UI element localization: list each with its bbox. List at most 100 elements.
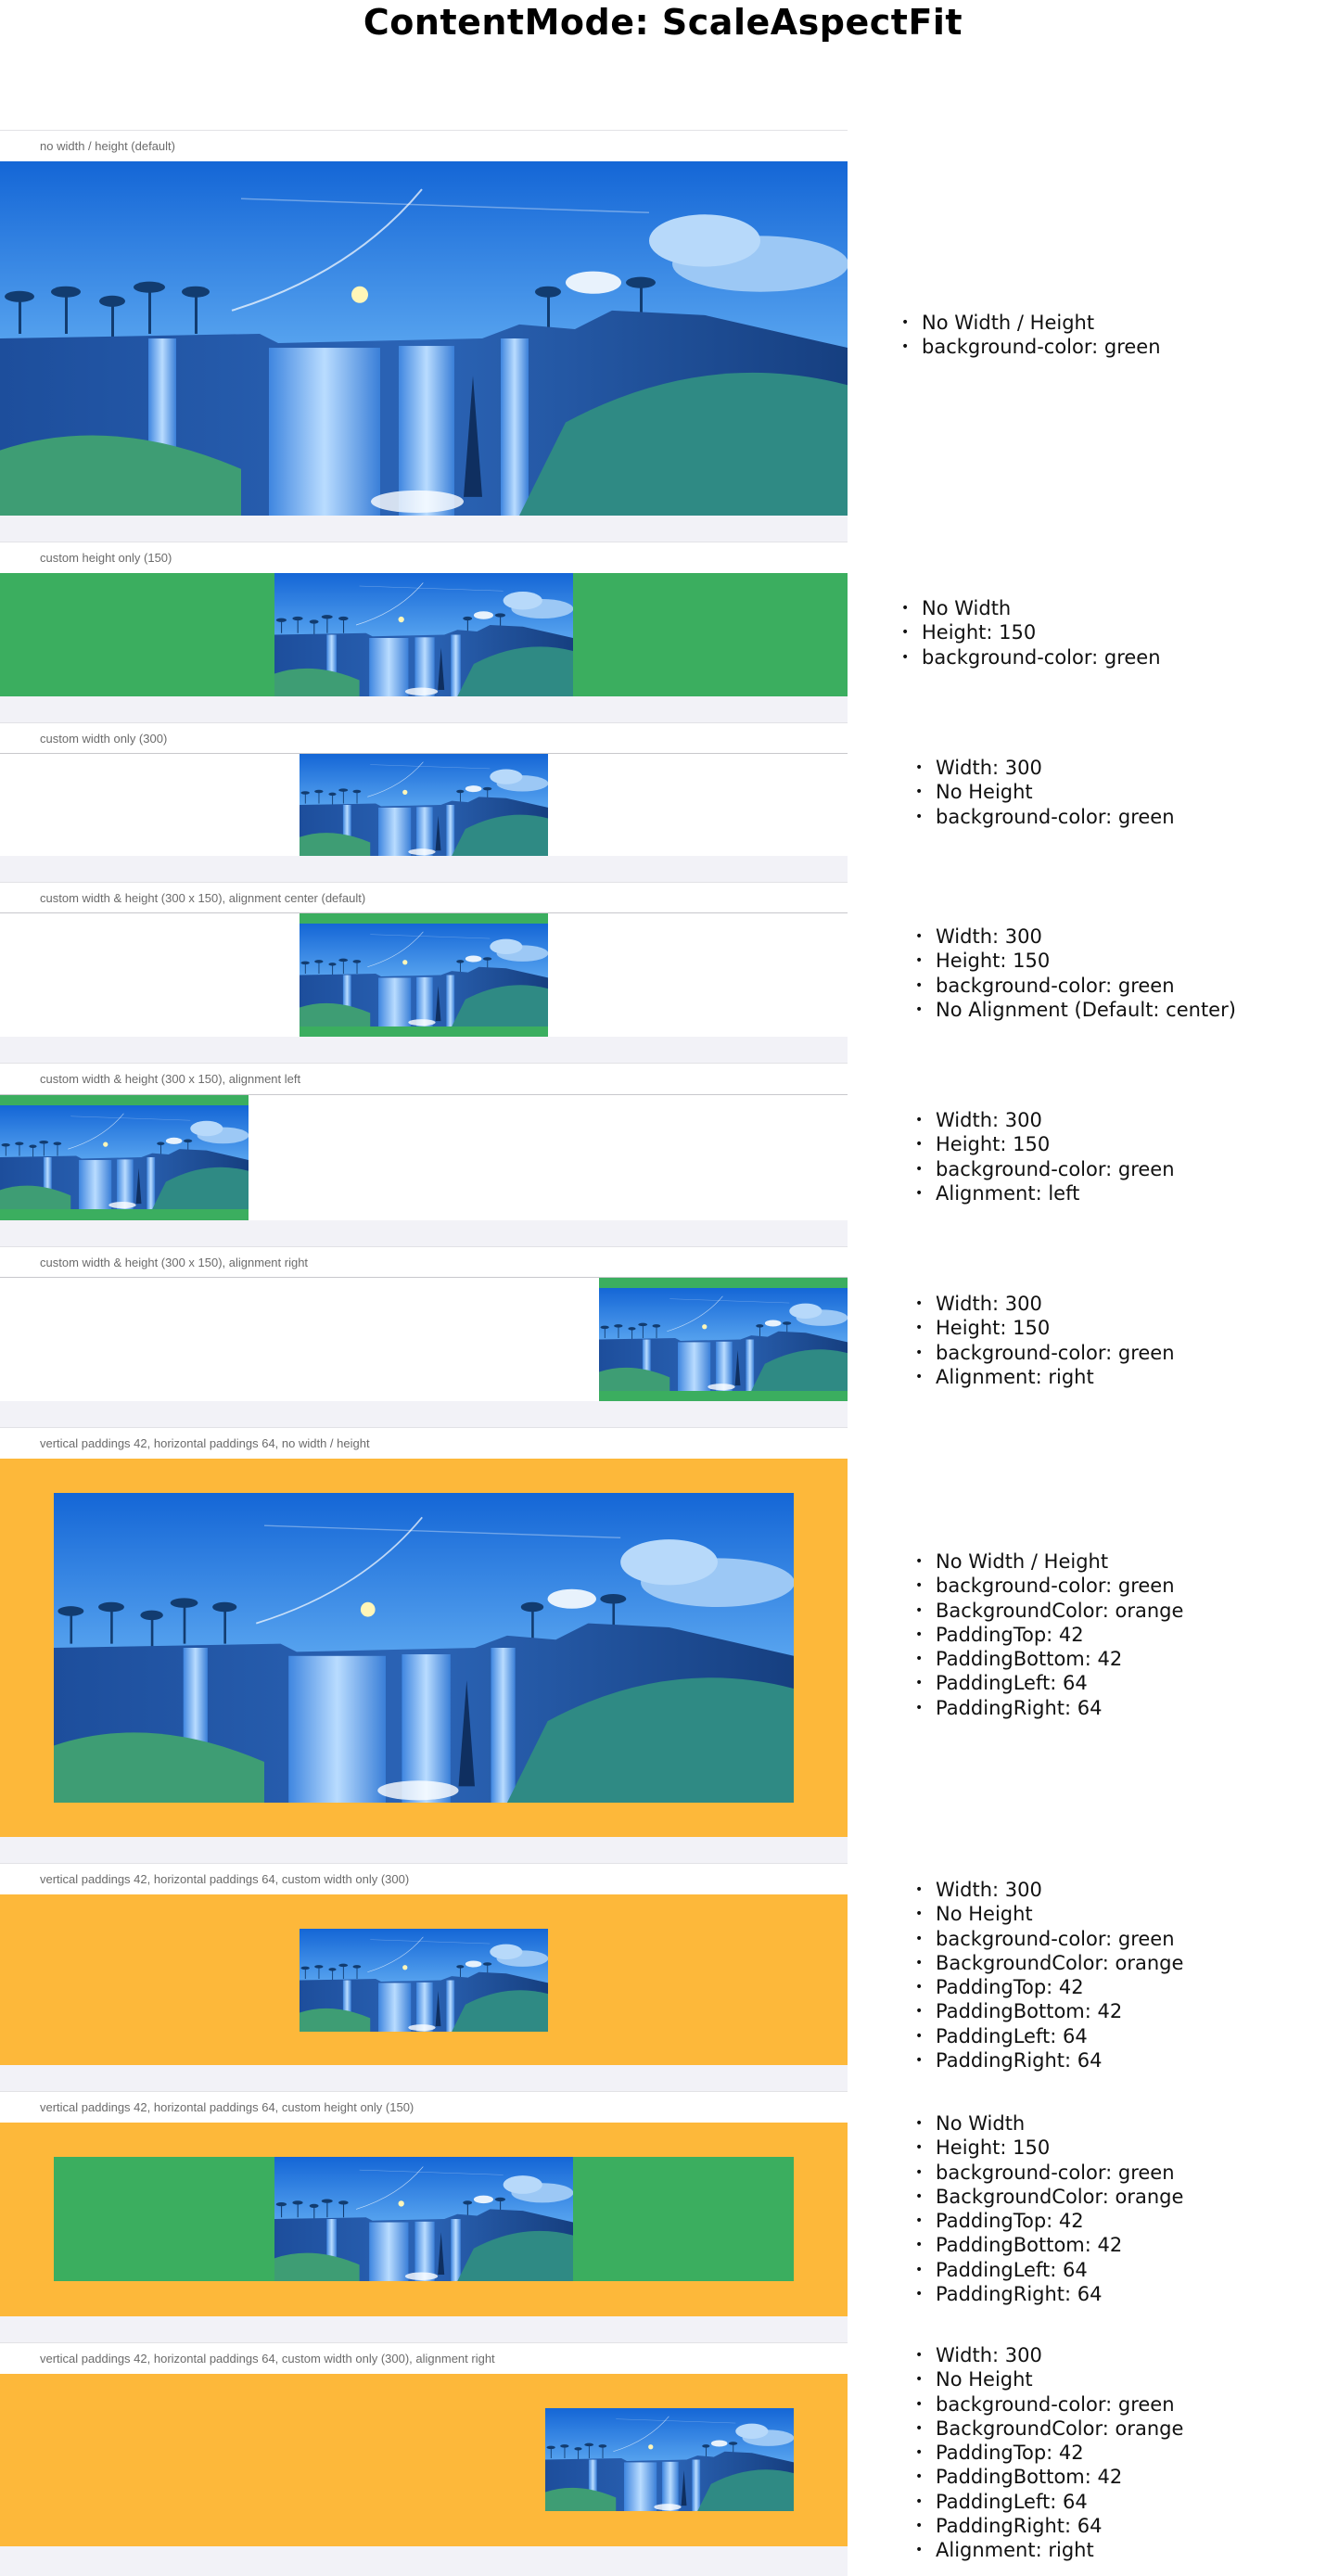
separator — [0, 2316, 848, 2342]
note: No Height — [912, 780, 1175, 804]
note: PaddingBottom: 42 — [912, 2233, 1183, 2257]
notes-list-9: No Width Height: 150 background-color: g… — [912, 2111, 1183, 2306]
note: PaddingBottom: 42 — [912, 1999, 1183, 2023]
separator — [0, 856, 848, 882]
separator — [0, 1037, 848, 1063]
waterfall-image-frame — [0, 1095, 249, 1220]
section-label: vertical paddings 42, horizontal padding… — [40, 1872, 410, 1886]
page-title: ContentMode: ScaleAspectFit — [363, 2, 963, 43]
note: Height: 150 — [912, 949, 1236, 973]
section-label: custom width & height (300 x 150), align… — [40, 1256, 309, 1269]
image-view-7 — [0, 1459, 848, 1837]
note: PaddingRight: 64 — [912, 2048, 1183, 2072]
notes-list-7: No Width / Height background-color: gree… — [912, 1549, 1183, 1720]
note: No Width / Height — [898, 311, 1161, 335]
note: PaddingTop: 42 — [912, 1975, 1183, 1999]
waterfall-image-frame — [300, 913, 548, 1037]
notes-list-1: No Width / Height background-color: gree… — [898, 311, 1161, 360]
note: background-color: green — [912, 805, 1175, 829]
note: background-color: green — [912, 1157, 1175, 1181]
section-label: custom width only (300) — [40, 732, 168, 746]
waterfall-image — [300, 1929, 548, 2032]
note: background-color: green — [898, 335, 1161, 359]
note: PaddingTop: 42 — [912, 1623, 1183, 1647]
section-label: custom width & height (300 x 150), align… — [40, 891, 366, 905]
section-header-10: vertical paddings 42, horizontal padding… — [0, 2342, 848, 2375]
note: PaddingTop: 42 — [912, 2441, 1183, 2465]
image-view-8 — [0, 1894, 848, 2065]
note: background-color: green — [912, 2392, 1183, 2417]
separator — [0, 1401, 848, 1427]
separator — [0, 2065, 848, 2091]
separator — [0, 1220, 848, 1246]
separator — [0, 516, 848, 542]
note: No Width — [898, 596, 1161, 620]
note: BackgroundColor: orange — [912, 2417, 1183, 2441]
note: Width: 300 — [912, 756, 1175, 780]
note: PaddingRight: 64 — [912, 2514, 1183, 2538]
image-view-9 — [0, 2123, 848, 2316]
note: No Height — [912, 2367, 1183, 2391]
note: No Alignment (Default: center) — [912, 998, 1236, 1022]
note: PaddingBottom: 42 — [912, 2465, 1183, 2489]
waterfall-image — [54, 1493, 794, 1803]
section-header-7: vertical paddings 42, horizontal padding… — [0, 1427, 848, 1460]
notes-list-2: No Width Height: 150 background-color: g… — [898, 596, 1161, 670]
image-view-10 — [0, 2374, 848, 2546]
note: Height: 150 — [912, 1132, 1175, 1156]
image-view-2 — [0, 573, 848, 696]
note: PaddingLeft: 64 — [912, 1671, 1183, 1695]
waterfall-image — [300, 924, 548, 1027]
section-header-4: custom width & height (300 x 150), align… — [0, 882, 848, 914]
section-header-8: vertical paddings 42, horizontal padding… — [0, 1863, 848, 1895]
waterfall-image — [300, 754, 548, 856]
note: Width: 300 — [912, 2343, 1183, 2367]
note: Height: 150 — [898, 620, 1161, 644]
image-view-5 — [0, 1095, 848, 1220]
separator — [0, 1837, 848, 1863]
note: background-color: green — [912, 1341, 1175, 1365]
section-header-3: custom width only (300) — [0, 722, 848, 755]
note: PaddingLeft: 64 — [912, 2258, 1183, 2282]
note: Alignment: right — [912, 1365, 1175, 1389]
section-label: custom height only (150) — [40, 551, 172, 565]
image-view-3 — [0, 754, 848, 856]
waterfall-image-frame — [599, 1278, 848, 1401]
section-header-5: custom width & height (300 x 150), align… — [0, 1063, 848, 1095]
image-view-1 — [0, 161, 848, 516]
waterfall-image — [274, 2157, 573, 2281]
note: background-color: green — [912, 1927, 1183, 1951]
section-label: vertical paddings 42, horizontal padding… — [40, 2352, 495, 2366]
waterfall-image-frame — [54, 2157, 794, 2281]
notes-list-6: Width: 300 Height: 150 background-color:… — [912, 1292, 1175, 1389]
note: Alignment: right — [912, 2538, 1183, 2562]
section-label: vertical paddings 42, horizontal padding… — [40, 1436, 370, 1450]
note: Width: 300 — [912, 925, 1236, 949]
waterfall-image — [545, 2408, 794, 2511]
note: background-color: green — [912, 974, 1236, 998]
note: BackgroundColor: orange — [912, 1599, 1183, 1623]
notes-list-3: Width: 300 No Height background-color: g… — [912, 756, 1175, 829]
section-label: no width / height (default) — [40, 139, 175, 153]
waterfall-image — [599, 1288, 848, 1391]
note: PaddingBottom: 42 — [912, 1647, 1183, 1671]
section-header-6: custom width & height (300 x 150), align… — [0, 1246, 848, 1279]
note: Alignment: left — [912, 1181, 1175, 1205]
waterfall-image — [0, 161, 848, 516]
note: Width: 300 — [912, 1292, 1175, 1316]
note: Width: 300 — [912, 1878, 1183, 1902]
waterfall-image — [0, 1105, 249, 1209]
image-view-6 — [0, 1278, 848, 1401]
section-header-9: vertical paddings 42, horizontal padding… — [0, 2091, 848, 2123]
separator — [0, 2546, 848, 2576]
waterfall-image — [274, 573, 573, 696]
image-view-4 — [0, 913, 848, 1037]
note: Height: 150 — [912, 2136, 1183, 2160]
section-header-2: custom height only (150) — [0, 542, 848, 574]
note: PaddingTop: 42 — [912, 2209, 1183, 2233]
note: PaddingRight: 64 — [912, 2282, 1183, 2306]
note: Width: 300 — [912, 1108, 1175, 1132]
notes-list-10: Width: 300 No Height background-color: g… — [912, 2343, 1183, 2563]
note: Height: 150 — [912, 1316, 1175, 1340]
notes-list-8: Width: 300 No Height background-color: g… — [912, 1878, 1183, 2072]
